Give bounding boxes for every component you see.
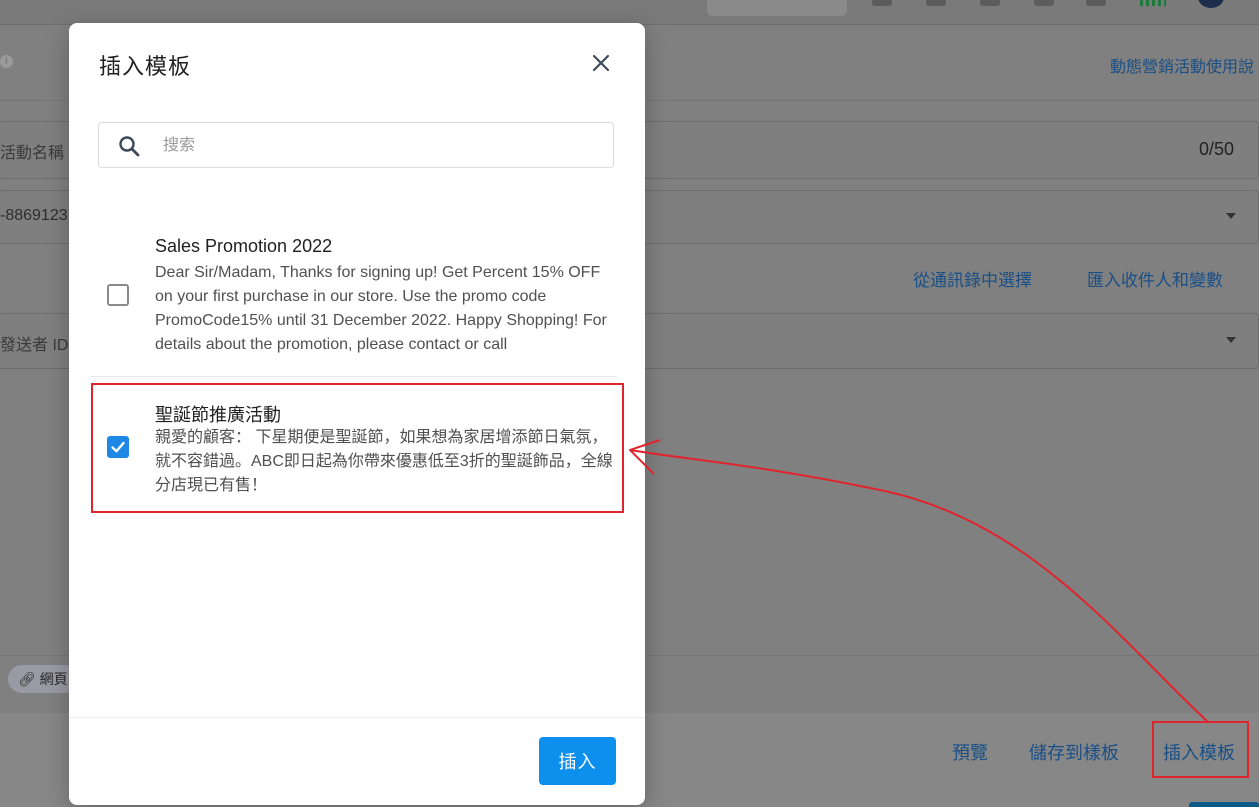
annotation-arrow [629, 439, 1209, 723]
